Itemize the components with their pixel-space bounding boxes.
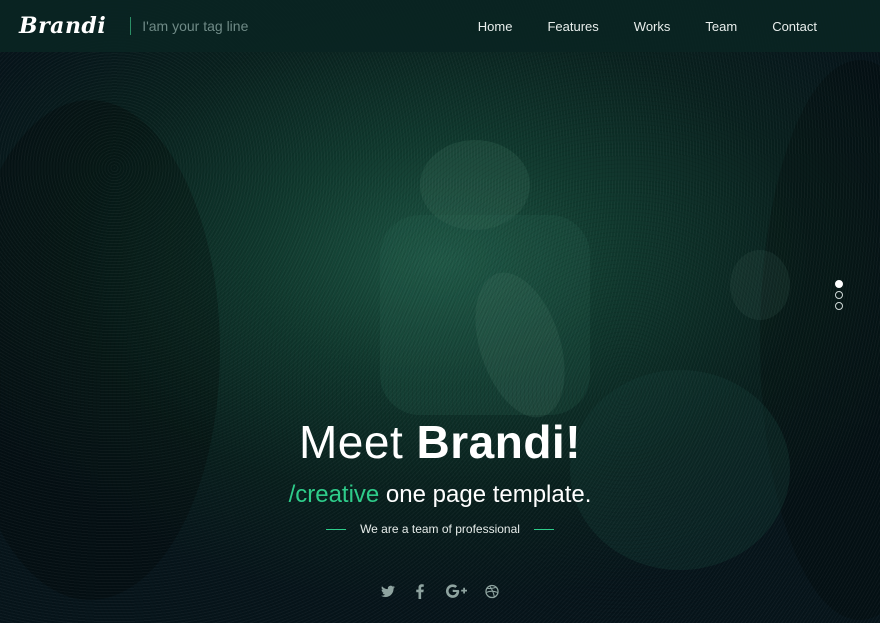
- hero-subtitle-rest: one page template.: [379, 481, 592, 508]
- nav-item-team[interactable]: Team: [705, 19, 737, 34]
- hero-tagline: We are a team of professional: [0, 522, 880, 536]
- google-plus-icon[interactable]: [445, 582, 467, 600]
- tagline-divider: [130, 17, 132, 35]
- nav-item-home[interactable]: Home: [478, 19, 513, 34]
- background-figure: [380, 215, 590, 415]
- hero-subtitle: /creative one page template.: [0, 480, 880, 510]
- slider-dot-3[interactable]: [835, 302, 843, 310]
- site-header: Brandi I'am your tag line Home Features …: [0, 0, 880, 52]
- tagline: I'am your tag line: [142, 18, 249, 34]
- background-figure: [420, 140, 530, 230]
- hero-subtitle-accent: /creative: [288, 481, 380, 508]
- hero-title-prefix: Meet: [298, 416, 417, 468]
- slider-dots: [835, 280, 843, 313]
- twitter-icon[interactable]: [381, 582, 395, 600]
- nav-item-contact[interactable]: Contact: [772, 19, 817, 34]
- facebook-icon[interactable]: [413, 582, 427, 600]
- background-shadow: [760, 60, 880, 620]
- social-links: [0, 582, 880, 600]
- slider-dot-1[interactable]: [835, 280, 843, 288]
- brand-logo[interactable]: Brandi: [19, 13, 106, 39]
- tagline-bar-left: [326, 528, 347, 530]
- main-nav: Home Features Works Team Contact: [478, 0, 817, 52]
- dribbble-icon[interactable]: [485, 582, 499, 600]
- nav-item-features[interactable]: Features: [547, 19, 598, 34]
- hero-page: Brandi I'am your tag line Home Features …: [0, 0, 880, 623]
- tagline-bar-right: [533, 528, 554, 530]
- background-figure: [730, 250, 790, 320]
- hero-title: Meet Brandi!: [0, 410, 880, 474]
- slider-dot-2[interactable]: [835, 291, 843, 299]
- hero-content: Meet Brandi! /creative one page template…: [0, 410, 880, 536]
- background-figure: [458, 261, 582, 429]
- hero-title-strong: Brandi!: [416, 416, 582, 468]
- hero-tagline-text: We are a team of professional: [360, 522, 520, 536]
- nav-item-works[interactable]: Works: [634, 19, 671, 34]
